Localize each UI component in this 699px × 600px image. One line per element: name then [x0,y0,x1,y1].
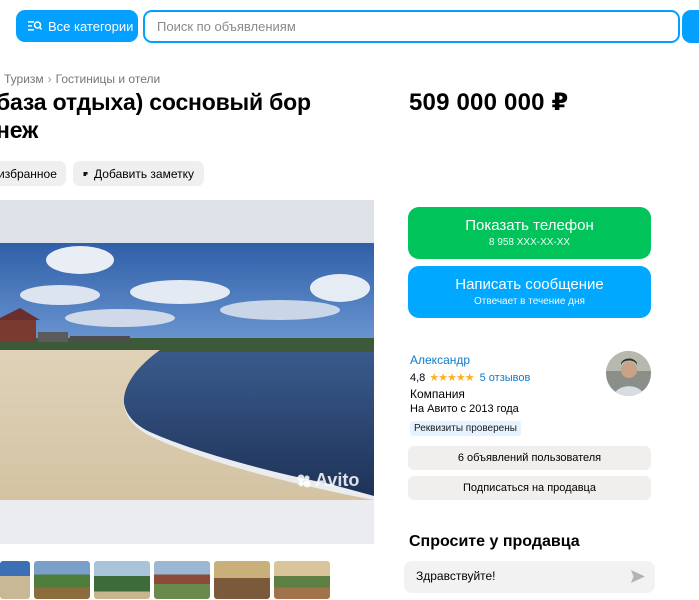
user-listings-button[interactable]: 6 объявлений пользователя [408,446,651,470]
avito-watermark: Avito [296,470,359,491]
seller-rating: 4,8 ★★★★★ 5 отзывов [410,371,531,385]
reviews-link[interactable]: 5 отзывов [480,372,531,384]
thumbnail-2[interactable] [34,561,90,599]
breadcrumb: Туризм › Гостиницы и отели [4,72,160,86]
listing-title-line-1: база отдыха) сосновый бор [0,89,311,115]
seller-type: Компания [410,387,465,401]
thumbnail-5[interactable] [214,561,270,599]
top-bar: Все категории [0,0,699,52]
seller-photo-icon [606,351,651,396]
breadcrumb-item-tourism[interactable]: Туризм [4,72,44,86]
listing-price: 509 000 000 ₽ [409,89,569,116]
thumbnail-6[interactable] [274,561,330,599]
rating-value: 4,8 [410,371,426,384]
listing-title: база отдыха) сосновый бор неж [0,88,376,144]
search-bar [143,10,680,43]
thumbnail-1[interactable] [0,561,30,599]
thumbnail-3[interactable] [94,561,150,599]
favorite-label: избранное [0,166,57,181]
add-note-button[interactable]: Добавить заметку [73,161,204,186]
subscribe-button[interactable]: Подписаться на продавца [408,476,651,500]
add-note-label: Добавить заметку [94,166,194,181]
seller-avatar[interactable] [606,351,651,396]
seller-name-link[interactable]: Александр [410,353,470,367]
categories-search-icon [28,21,42,31]
all-categories-label: Все категории [48,18,134,34]
all-categories-button[interactable]: Все категории [16,10,138,42]
send-icon[interactable] [631,570,645,583]
response-time: Отвечает в течение дня [474,296,585,307]
avito-watermark-text: Avito [315,470,360,490]
note-icon [83,171,88,176]
beach-river-image [0,200,374,544]
ask-message-text: Здравствуйте! [416,569,496,583]
verified-badge: Реквизиты проверены [410,421,521,436]
ask-seller-title: Спросите у продавца [409,533,580,550]
thumbnail-4[interactable] [154,561,210,599]
ask-message-input[interactable]: Здравствуйте! [404,561,655,593]
main-photo[interactable] [0,200,374,544]
rating-stars-icon: ★★★★★ [429,372,474,384]
show-phone-label: Показать телефон [465,217,594,234]
search-input[interactable] [157,19,678,34]
write-message-label: Написать сообщение [455,276,604,293]
seller-since: На Авито с 2013 года [410,403,519,415]
search-button[interactable] [682,10,699,43]
favorite-button[interactable]: избранное [0,161,66,186]
avito-logo-icon [297,474,311,487]
breadcrumb-item-hotels[interactable]: Гостиницы и отели [56,72,161,86]
show-phone-button[interactable]: Показать телефон 8 958 XXX-XX-XX [408,207,651,259]
thumbnail-strip [0,561,330,599]
listing-title-line-2: неж [0,117,39,143]
breadcrumb-separator: › [47,72,52,86]
phone-masked: 8 958 XXX-XX-XX [488,237,571,248]
write-message-button[interactable]: Написать сообщение Отвечает в течение дн… [408,266,651,318]
